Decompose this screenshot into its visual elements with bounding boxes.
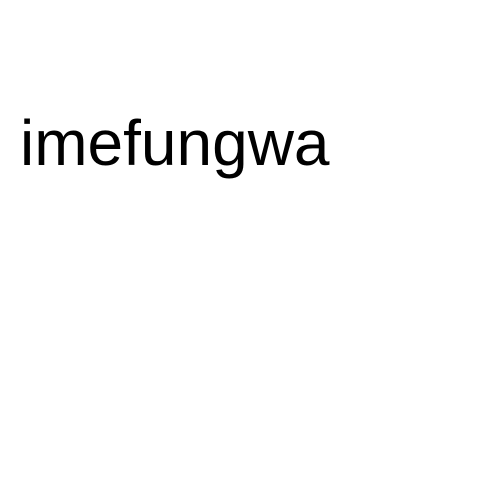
main-text: imefungwa <box>20 107 330 179</box>
